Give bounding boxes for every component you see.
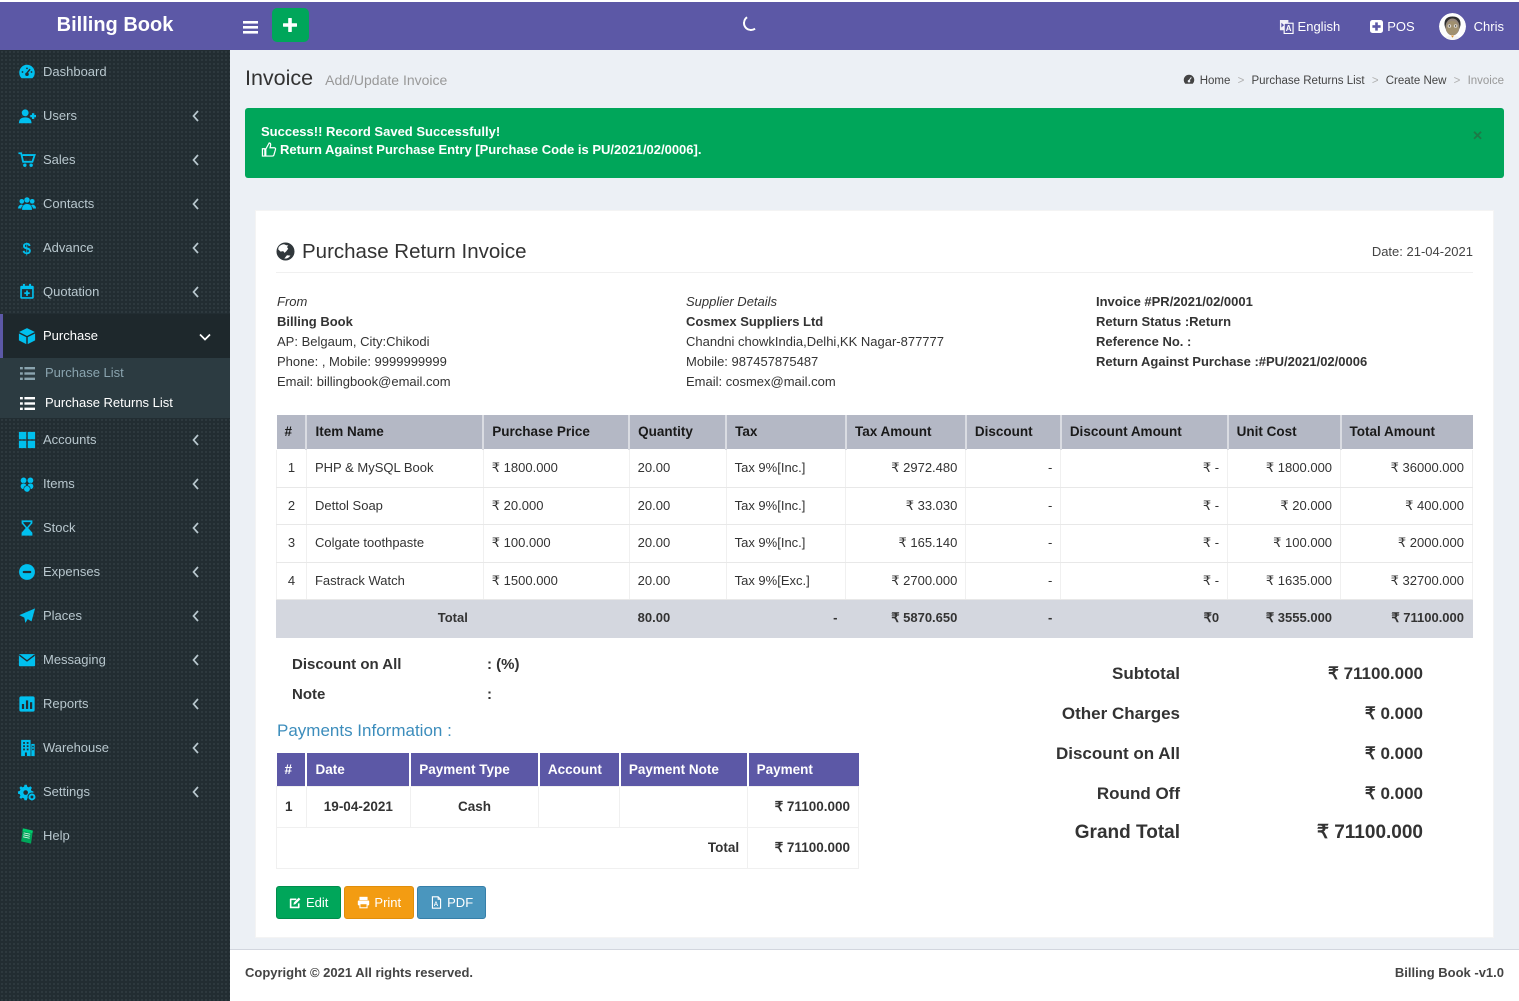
svg-text:A: A [1285,24,1291,33]
svg-text:A: A [434,900,439,907]
svg-text:$: $ [23,241,32,257]
